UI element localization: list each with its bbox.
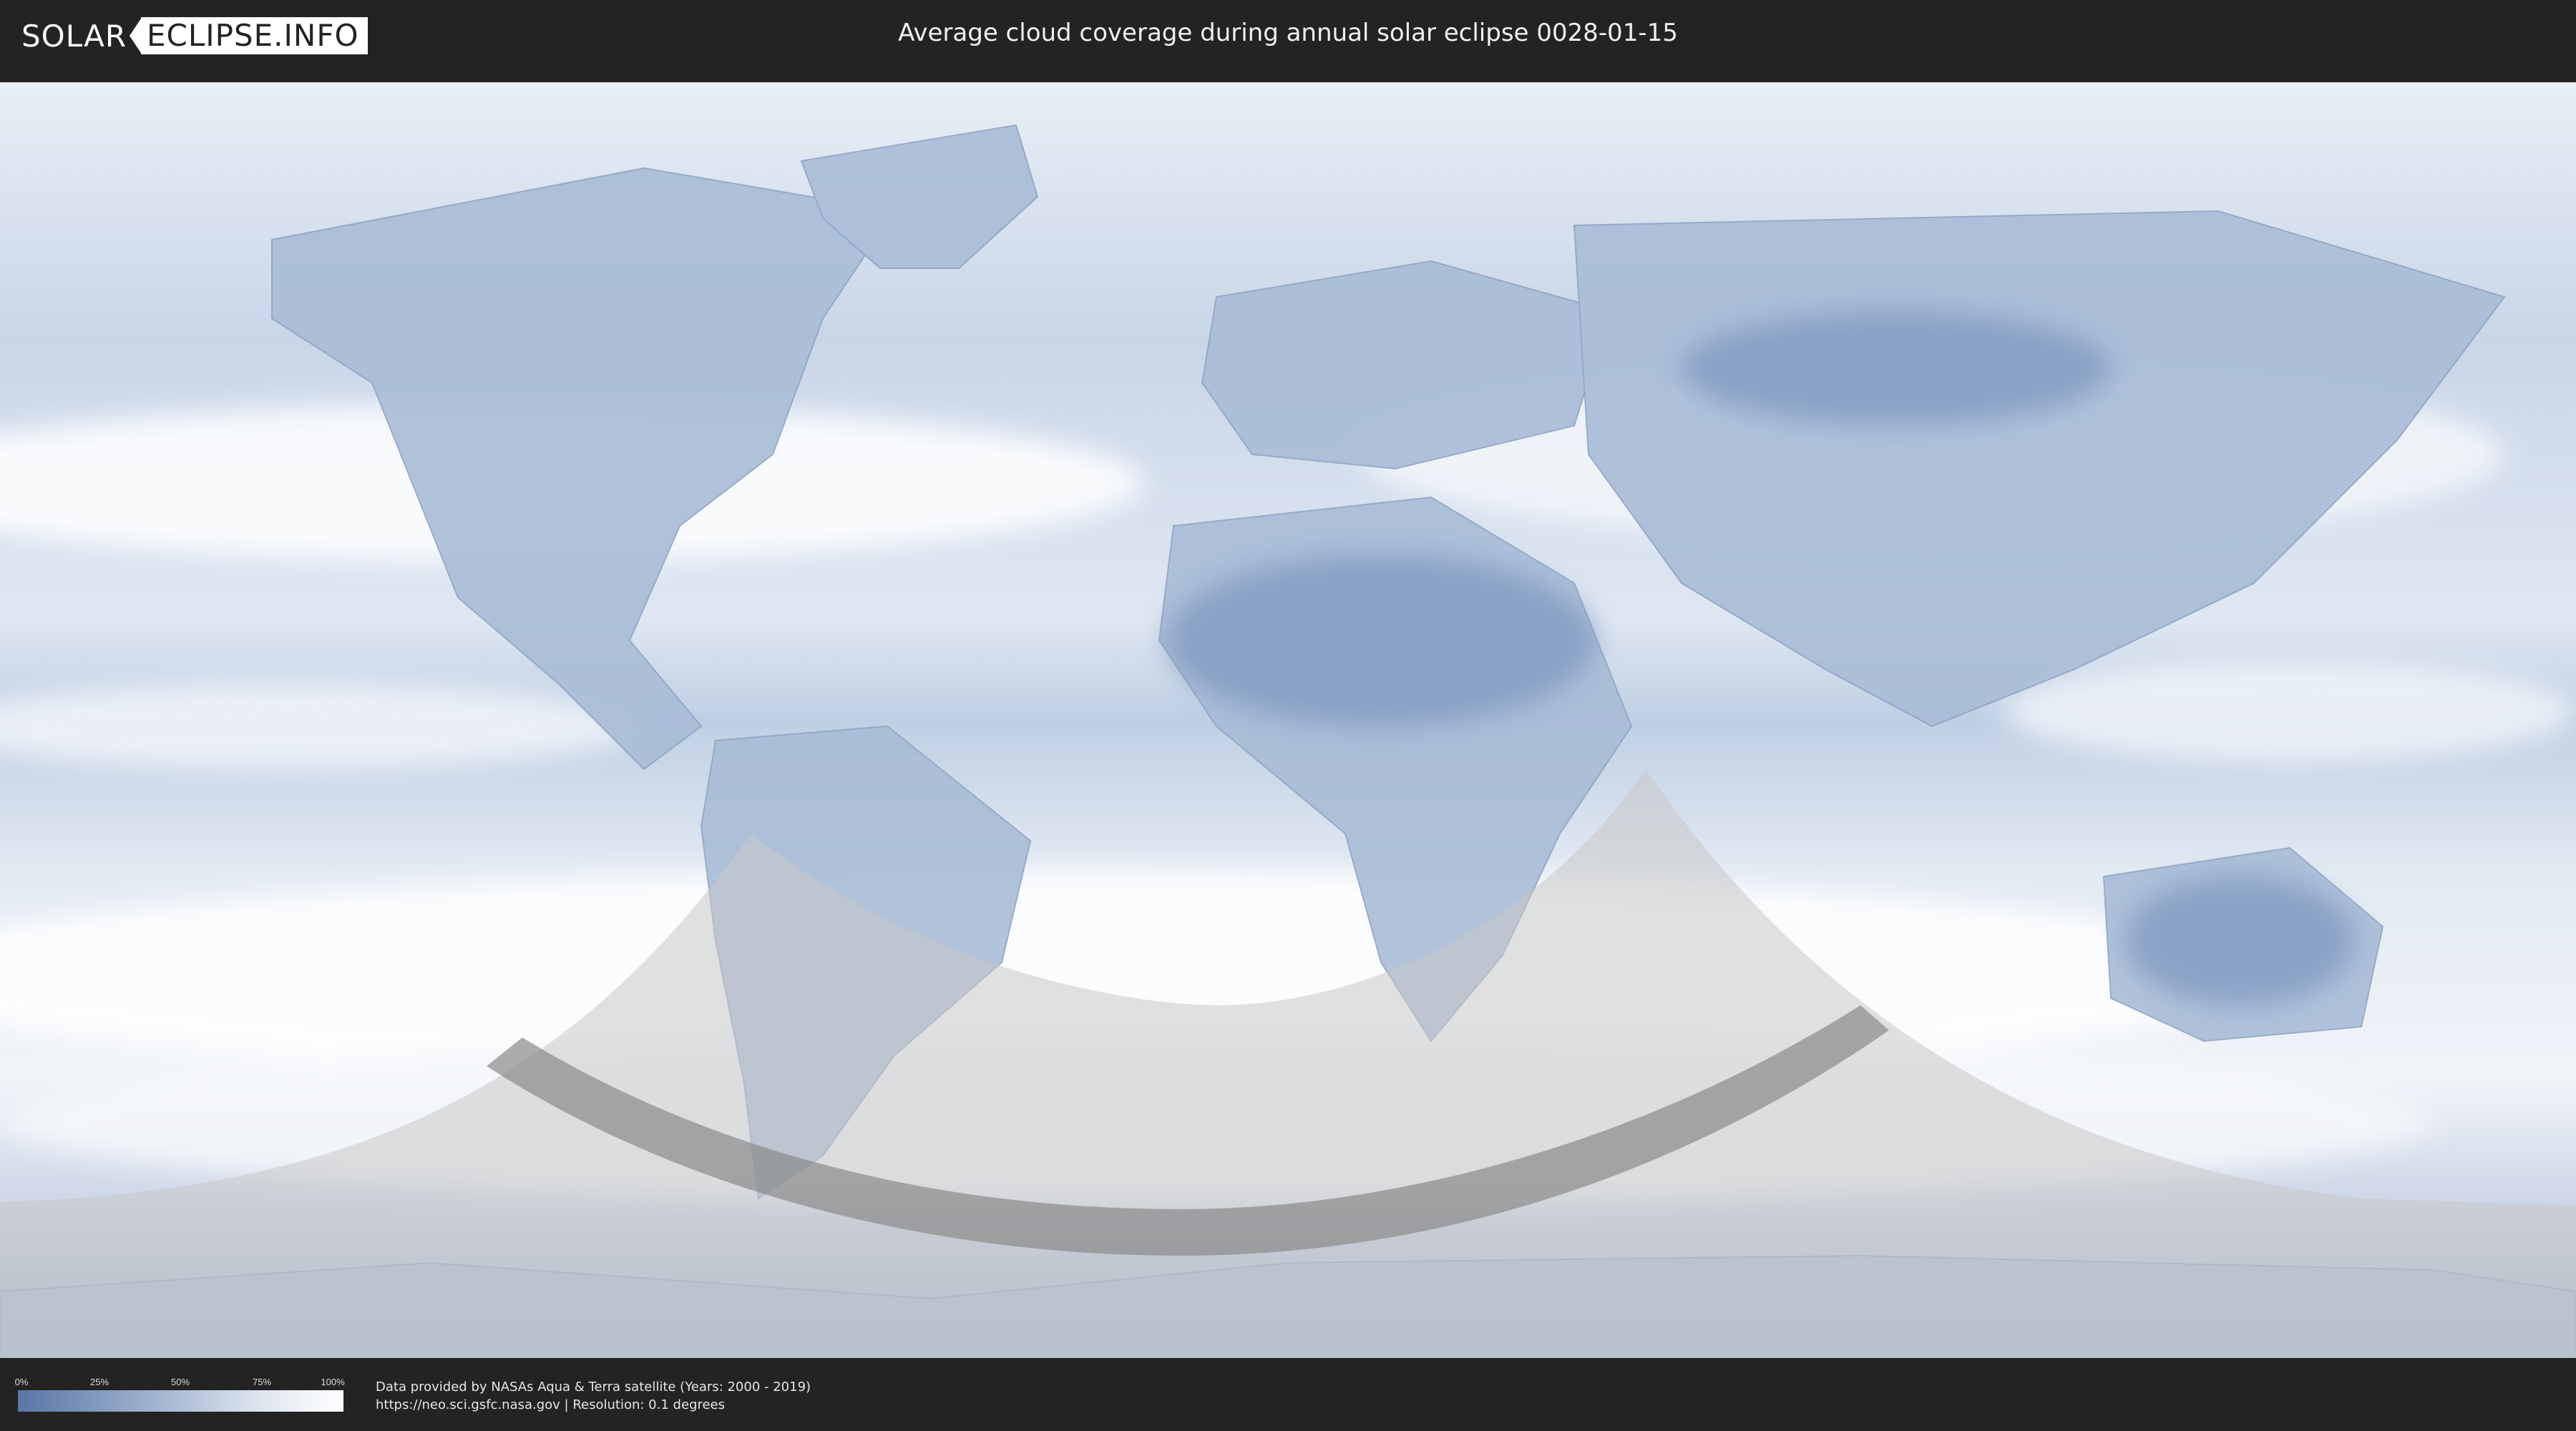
legend-tick-50: 50% (170, 1377, 190, 1387)
legend-tick-0: 0% (14, 1377, 29, 1387)
page-title: Average cloud coverage during annual sol… (898, 19, 1678, 47)
data-source-link[interactable]: https://neo.sci.gsfc.nasa.gov | Resoluti… (376, 1397, 725, 1412)
cloud-coverage-map (0, 82, 2576, 1358)
legend-tick-25: 25% (89, 1377, 109, 1387)
legend-tick-100: 100% (321, 1377, 345, 1387)
cloud-coverage-legend-bar (18, 1390, 343, 1412)
data-credit: Data provided by NASAs Aqua & Terra sate… (376, 1379, 811, 1395)
footer-bar: 0% 25% 50% 75% 100% Data provided by NAS… (0, 1358, 2576, 1431)
header-bar: SOLAR ECLIPSE.INFO Average cloud coverag… (0, 0, 2576, 72)
legend-tick-75: 75% (252, 1377, 272, 1387)
